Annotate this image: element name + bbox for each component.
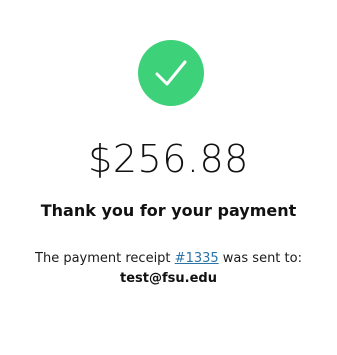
success-badge [138,40,204,106]
payment-amount: $256.88 [88,137,249,181]
recipient-email: test@fsu.edu [120,271,217,286]
receipt-message-prefix: The payment receipt [35,251,175,266]
thank-you-heading: Thank you for your payment [40,201,297,220]
check-icon [138,40,204,106]
check-icon-circle [138,40,204,106]
receipt-message: The payment receipt #1335 was sent to: [0,249,337,269]
receipt-message-suffix: was sent to: [218,251,302,266]
payment-confirmation: $256.88 Thank you for your payment The p… [0,0,337,355]
receipt-number-link[interactable]: #1335 [175,251,219,266]
